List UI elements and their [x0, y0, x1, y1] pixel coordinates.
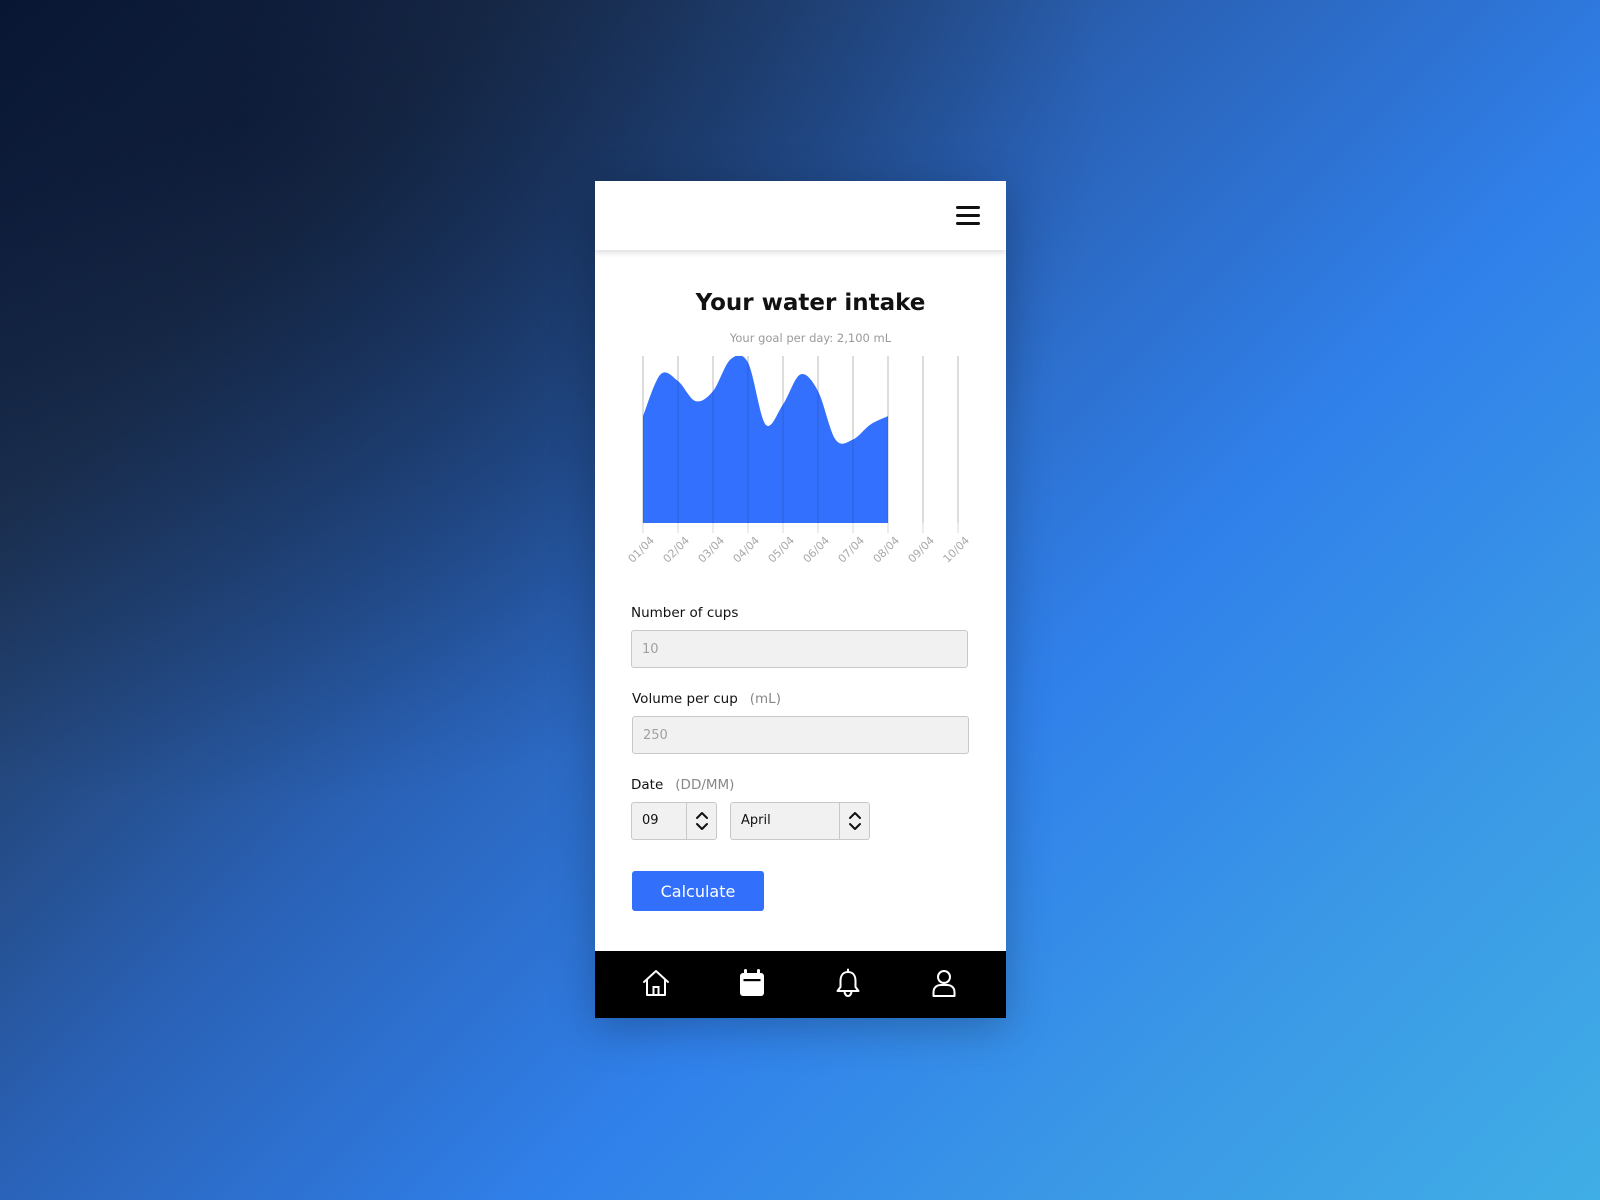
top-bar	[595, 181, 1006, 250]
month-value: April	[741, 813, 771, 828]
water-intake-chart: 01/04 02/04 03/04 04/04 05/04 06/04 07/04 08/04…	[626, 356, 973, 566]
up-down-chevron-icon	[849, 812, 861, 830]
x-tick-label: 02/04	[661, 534, 693, 566]
month-stepper[interactable]: April	[730, 802, 870, 840]
x-tick-label: 03/04	[696, 534, 728, 566]
x-tick-label: 08/04	[871, 534, 903, 566]
nav-profile[interactable]	[928, 967, 960, 999]
cups-label-text: Number of cups	[631, 605, 739, 621]
volume-label: Volume per cup (mL)	[632, 691, 781, 707]
intake-area	[643, 356, 888, 523]
date-label-text: Date	[631, 777, 664, 793]
bell-icon	[836, 968, 860, 998]
bottom-nav	[595, 951, 1006, 1018]
home-icon	[643, 970, 669, 996]
cups-input[interactable]	[631, 630, 968, 668]
calendar-icon	[740, 969, 764, 996]
day-stepper[interactable]: 09	[631, 802, 717, 840]
calculate-button[interactable]: Calculate	[632, 871, 764, 911]
up-down-chevron-icon	[696, 812, 708, 830]
date-format: (DD/MM)	[675, 777, 735, 793]
day-value: 09	[642, 813, 659, 828]
nav-notifications[interactable]	[832, 967, 864, 999]
page-title: Your water intake	[695, 290, 926, 316]
x-tick-label: 07/04	[836, 534, 868, 566]
x-tick-label: 05/04	[766, 534, 798, 566]
date-label: Date (DD/MM)	[631, 777, 734, 793]
day-stepper-arrows[interactable]	[686, 803, 717, 839]
x-tick-label: 01/04	[626, 534, 658, 566]
x-tick-label: 06/04	[801, 534, 833, 566]
x-tick-label: 10/04	[941, 534, 973, 566]
x-tick-label: 04/04	[731, 534, 763, 566]
nav-calendar[interactable]	[736, 967, 768, 999]
x-tick-label: 09/04	[906, 534, 938, 566]
goal-text: Your goal per day: 2,100 mL	[729, 331, 892, 345]
volume-unit: (mL)	[749, 691, 781, 707]
hamburger-icon[interactable]	[956, 205, 980, 227]
cups-label: Number of cups	[631, 605, 738, 621]
month-stepper-arrows[interactable]	[839, 803, 870, 839]
user-icon	[932, 970, 956, 997]
nav-home[interactable]	[640, 967, 672, 999]
volume-input[interactable]	[632, 716, 969, 754]
phone-screen: Your water intake Your goal per day: 2,1…	[595, 181, 1006, 1018]
volume-label-text: Volume per cup	[632, 691, 738, 707]
